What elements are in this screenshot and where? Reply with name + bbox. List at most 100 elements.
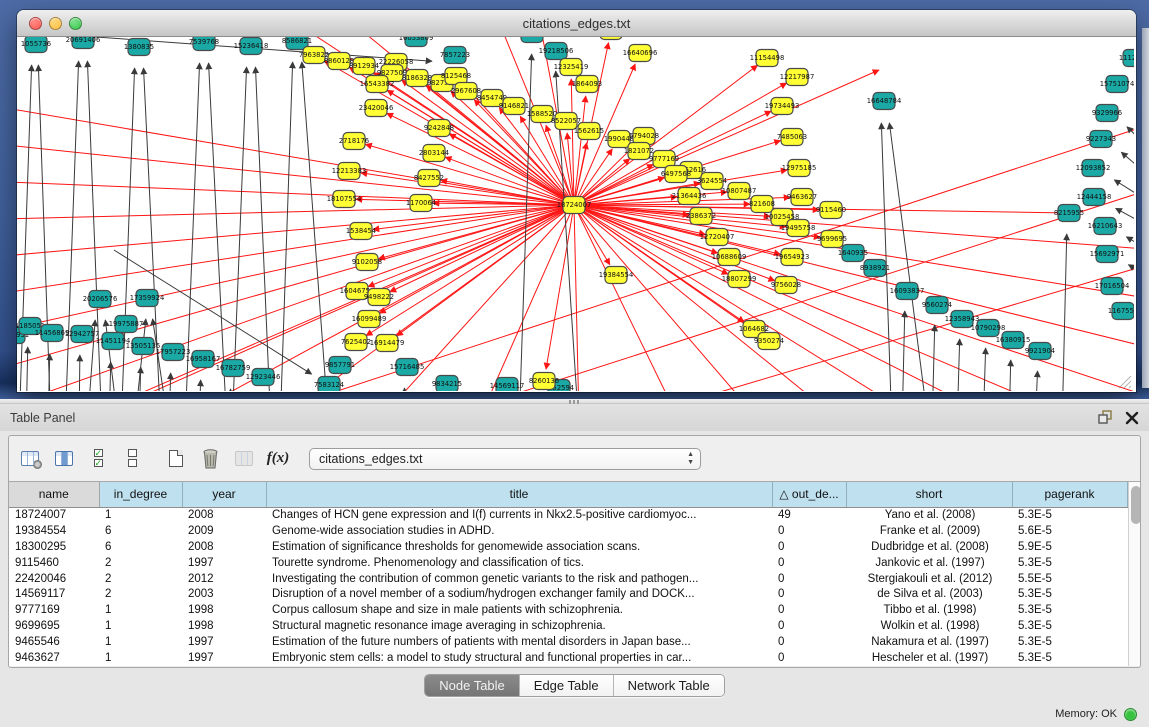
graph-node[interactable]: 9329966 xyxy=(1092,105,1122,122)
graph-node[interactable]: 19975887 xyxy=(109,316,144,333)
graph-node[interactable]: 15751074 xyxy=(1100,76,1134,93)
create-column-icon[interactable] xyxy=(165,448,187,470)
graph-node[interactable]: 19654923 xyxy=(775,249,810,266)
minimize-window-button[interactable] xyxy=(49,17,62,30)
table-row[interactable]: 1872400712008Changes of HCN gene express… xyxy=(9,507,1127,523)
graph-node[interactable]: 9463627 xyxy=(787,189,817,206)
graph-node[interactable]: 16648784 xyxy=(867,93,902,110)
tab-edge-table[interactable]: Edge Table xyxy=(520,675,614,696)
graph-node[interactable]: 20691406 xyxy=(66,37,101,49)
graph-node[interactable]: 7539768 xyxy=(189,37,219,51)
graph-node[interactable]: 7857223 xyxy=(440,47,470,64)
table-scrollbar-thumb[interactable] xyxy=(1131,486,1141,524)
graph-node[interactable]: 12213383 xyxy=(332,163,367,180)
graph-node[interactable]: 9227343 xyxy=(1086,131,1116,148)
graph-node[interactable]: 8215955 xyxy=(1054,205,1084,222)
table-row[interactable]: 911546021997Tourette syndrome. Phenomeno… xyxy=(9,555,1127,571)
graph-node[interactable]: 15236418 xyxy=(234,38,269,55)
graph-node[interactable]: 21364436 xyxy=(672,188,707,205)
graph-node[interactable]: 12444158 xyxy=(1077,189,1112,206)
graph-node[interactable]: 2386372 xyxy=(686,208,716,225)
network-view-window[interactable]: citations_edges.txt 1055736 20691406 13808… xyxy=(17,10,1136,392)
panel-split-divider[interactable] xyxy=(0,399,1149,404)
graph-node[interactable]: 9115460 xyxy=(816,202,846,219)
column-header-short[interactable]: short xyxy=(846,482,1012,507)
graph-node[interactable]: 17359924 xyxy=(130,290,165,307)
show-column-icon[interactable] xyxy=(53,448,75,470)
graph-node[interactable]: 15692971 xyxy=(1090,246,1125,263)
graph-node[interactable]: 16099489 xyxy=(352,311,387,328)
table-row[interactable]: 946362711997Embryonic stem cells: a mode… xyxy=(9,650,1127,666)
graph-node[interactable]: 8260136 xyxy=(529,373,559,390)
function-builder-icon[interactable]: f(x) xyxy=(267,448,289,470)
table-row[interactable]: 1456911722003Disruption of a novel membe… xyxy=(9,586,1127,602)
memory-status-indicator[interactable] xyxy=(1124,708,1137,721)
graph-node[interactable]: 9921904 xyxy=(1025,343,1055,360)
close-panel-icon[interactable] xyxy=(1125,411,1139,425)
column-header-title[interactable]: title xyxy=(266,482,772,507)
column-header-in_degree[interactable]: in_degree xyxy=(99,482,182,507)
graph-node[interactable]: 1864093 xyxy=(572,76,602,93)
graph-node[interactable]: 9699695 xyxy=(817,231,847,248)
deselect-all-icon[interactable]: .. xyxy=(121,448,143,470)
graph-node[interactable]: 10807487 xyxy=(722,183,757,200)
graph-node[interactable]: 12217987 xyxy=(780,69,815,86)
graph-node[interactable]: 1538454 xyxy=(346,223,376,240)
graph-node[interactable]: 9834215 xyxy=(432,376,462,392)
graph-node[interactable]: 9102058 xyxy=(352,254,382,271)
table-row[interactable]: 2242004622012Investigating the contribut… xyxy=(9,571,1127,587)
graph-node[interactable]: 16210643 xyxy=(1088,218,1123,235)
graph-node[interactable]: 20206576 xyxy=(83,291,118,308)
column-header-out_de[interactable]: △ out_de... xyxy=(772,482,846,507)
graph-node[interactable]: 9857791 xyxy=(325,357,355,374)
close-window-button[interactable] xyxy=(29,17,42,30)
select-all-icon[interactable]: ✓✓ xyxy=(87,448,109,470)
graph-node[interactable]: 7625402 xyxy=(341,334,371,351)
divider-grip-icon[interactable] xyxy=(569,400,579,404)
graph-node[interactable]: 16914479 xyxy=(370,335,405,352)
table-row[interactable]: 1938455462009Genome-wide association stu… xyxy=(9,523,1127,539)
column-header-year[interactable]: year xyxy=(182,482,266,507)
graph-node[interactable]: 6497568 xyxy=(661,166,691,183)
graph-node[interactable]: 17016504 xyxy=(1095,278,1130,295)
graph-node[interactable]: 821608 xyxy=(749,196,775,213)
graph-node[interactable]: 16053809 xyxy=(399,37,434,47)
delete-column-icon[interactable] xyxy=(199,448,221,470)
graph-node[interactable]: 8912934 xyxy=(349,58,379,75)
column-header-name[interactable]: name xyxy=(9,482,99,507)
graph-node[interactable]: 9350274 xyxy=(754,333,784,350)
graph-node[interactable]: 1167551 xyxy=(1108,303,1134,320)
graph-node[interactable]: 1640935 xyxy=(838,245,868,262)
graph-node[interactable]: 9146821 xyxy=(499,98,529,115)
zoom-window-button[interactable] xyxy=(69,17,82,30)
graph-node[interactable]: 1380835 xyxy=(124,39,154,56)
graph-node[interactable]: 16380915 xyxy=(996,332,1031,349)
graph-node[interactable]: 19384554 xyxy=(599,267,634,284)
graph-node[interactable]: 12923446 xyxy=(246,369,281,386)
graph-node[interactable]: 18107554 xyxy=(327,191,362,208)
graph-node[interactable]: 9242848 xyxy=(424,120,454,137)
network-window-titlebar[interactable]: citations_edges.txt xyxy=(17,10,1136,37)
graph-node[interactable]: 2718176 xyxy=(339,133,369,150)
graph-node[interactable]: 1562615 xyxy=(574,123,604,140)
window-resize-grip[interactable] xyxy=(1118,375,1132,389)
column-header-pagerank[interactable]: pagerank xyxy=(1012,482,1127,507)
graph-node[interactable]: 1055736 xyxy=(21,37,51,53)
table-row[interactable]: 977716911998Corpus callosum shape and si… xyxy=(9,602,1127,618)
graph-node[interactable]: 12975185 xyxy=(782,160,817,177)
graph-node[interactable]: 9756028 xyxy=(771,277,801,294)
tab-node-table[interactable]: Node Table xyxy=(425,675,520,696)
graph-node[interactable]: 12093852 xyxy=(1076,160,1111,177)
table-selector-dropdown[interactable]: citations_edges.txt ▲▼ xyxy=(309,448,701,470)
tab-network-table[interactable]: Network Table xyxy=(614,675,724,696)
graph-node[interactable]: 8427552 xyxy=(414,170,444,187)
graph-node[interactable]: 7485063 xyxy=(777,129,807,146)
table-row[interactable]: 1830029562008Estimation of significance … xyxy=(9,539,1127,555)
graph-node[interactable]: 11255438 xyxy=(594,37,629,40)
graph-node[interactable]: 12325419 xyxy=(554,59,589,76)
graph-node[interactable]: 8813054 xyxy=(517,37,547,43)
table-row[interactable]: 946554611997Estimation of the future num… xyxy=(9,634,1127,650)
graph-node[interactable]: 14569117 xyxy=(490,378,525,392)
graph-node[interactable]: 15716485 xyxy=(390,359,425,376)
graph-node[interactable]: 2803144 xyxy=(419,145,449,162)
